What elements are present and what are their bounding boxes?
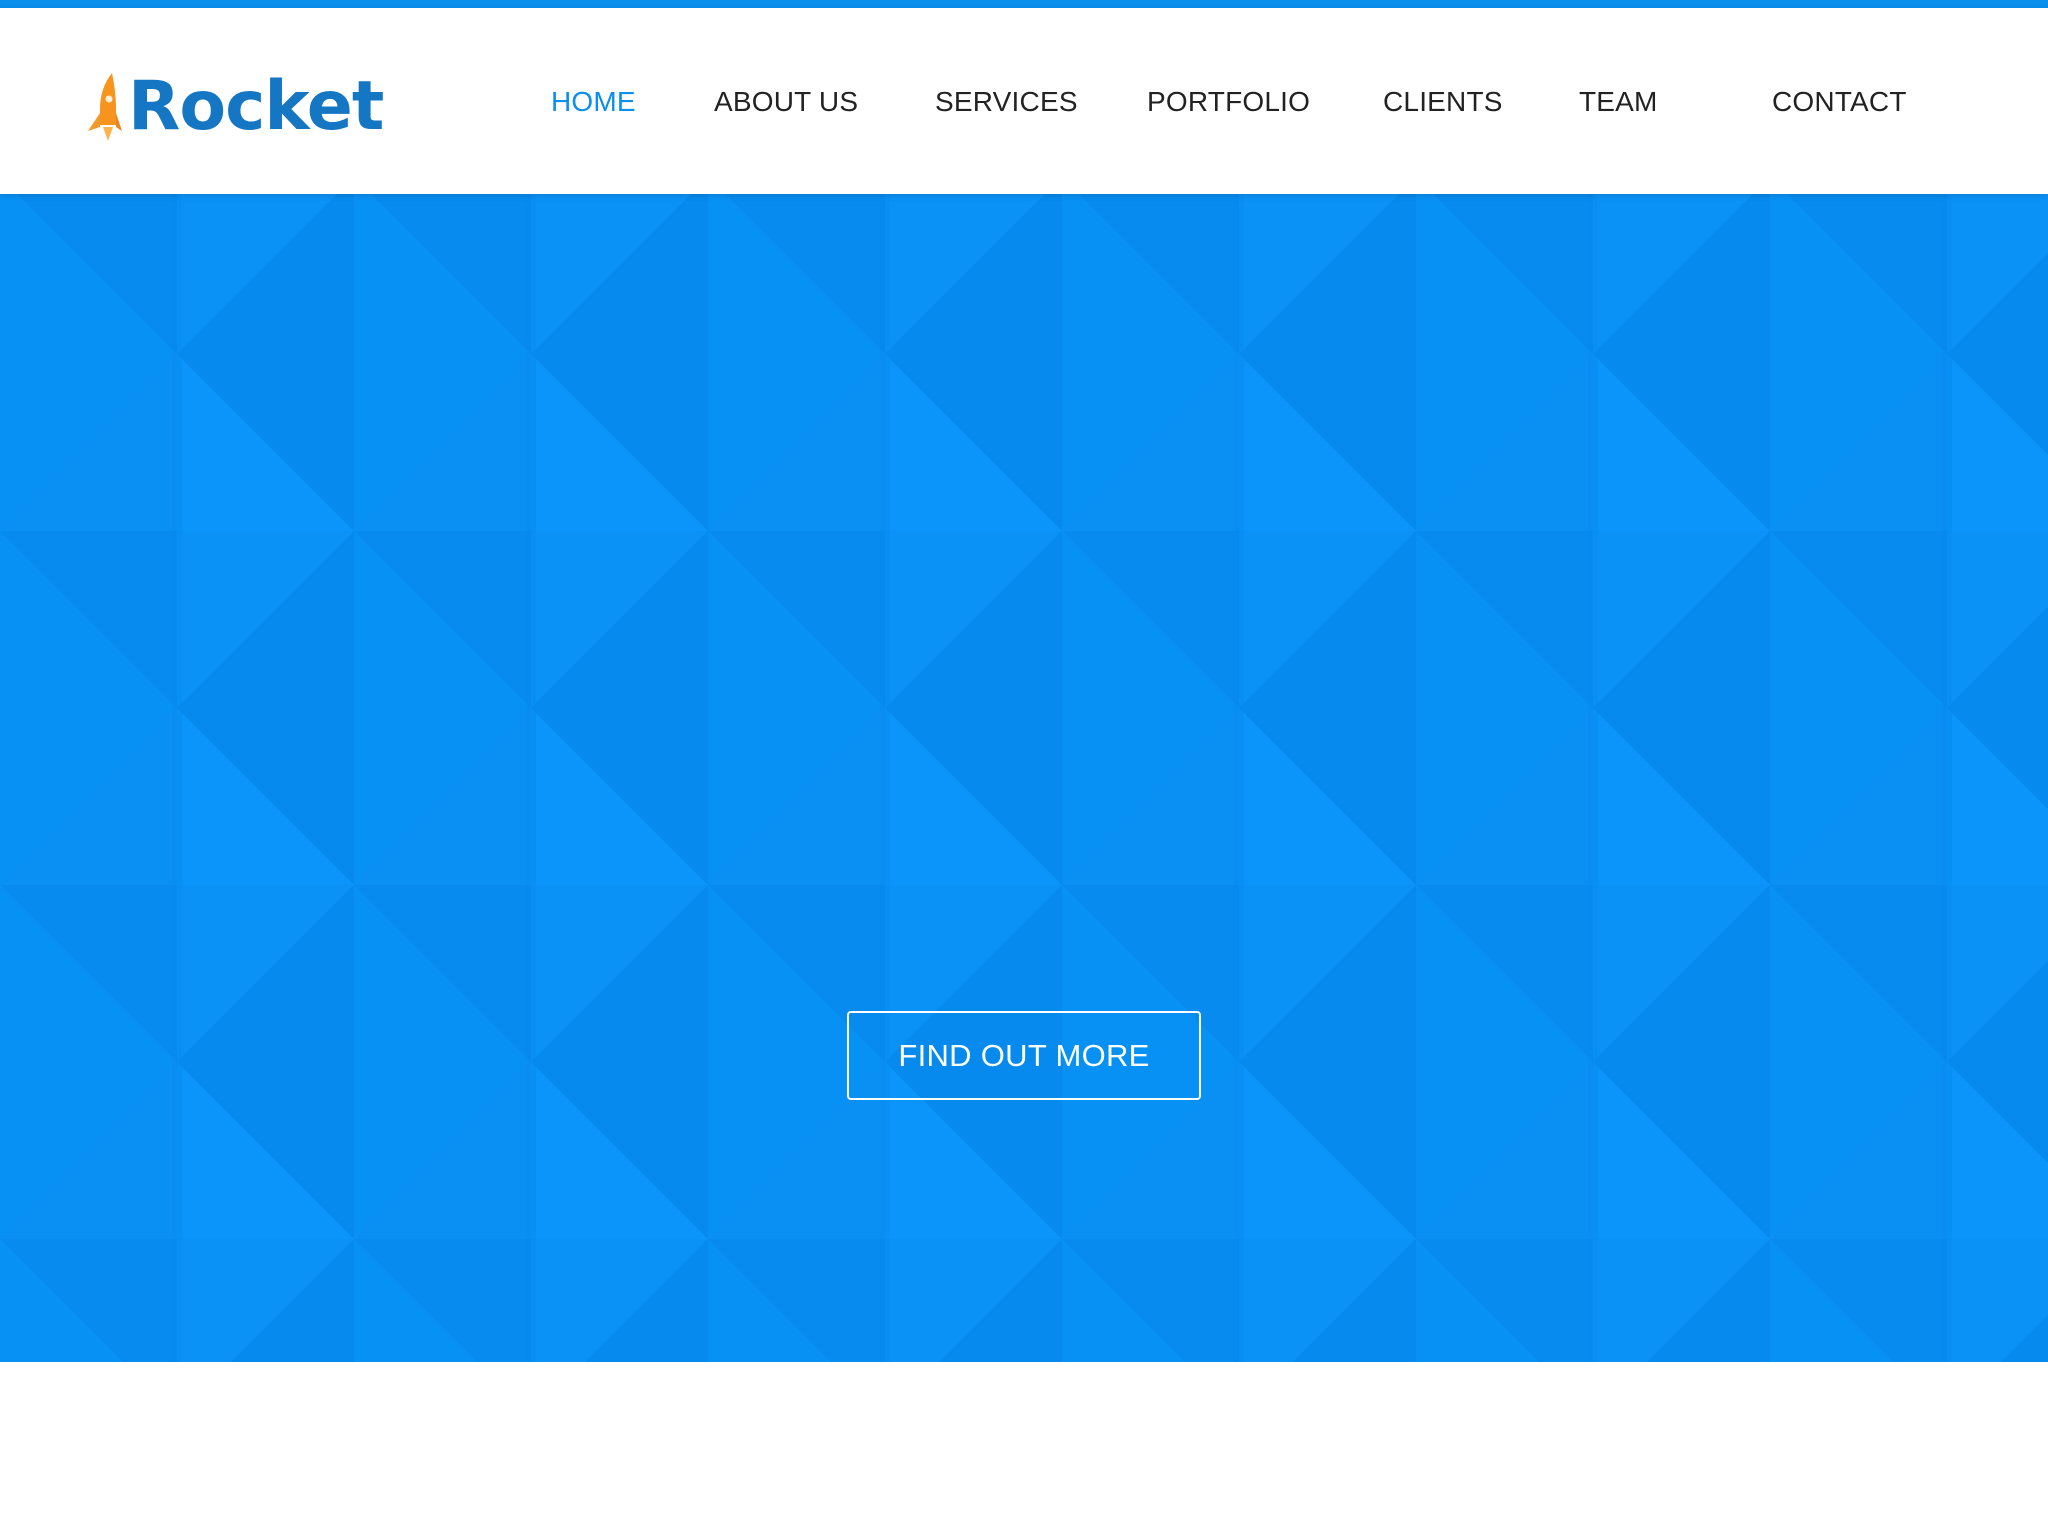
nav-item-contact[interactable]: CONTACT	[1772, 86, 1907, 118]
top-accent-bar	[0, 0, 2048, 8]
find-out-more-button[interactable]: FIND OUT MORE	[847, 1011, 1201, 1100]
hero-background-pattern	[0, 194, 2048, 1362]
below-hero-section	[0, 1362, 2048, 1536]
nav-item-team[interactable]: TEAM	[1579, 86, 1658, 118]
site-header: Rocket HOME ABOUT US SERVICES PORTFOLIO …	[0, 8, 2048, 194]
nav-item-clients[interactable]: CLIENTS	[1383, 86, 1503, 118]
nav-item-services[interactable]: SERVICES	[935, 86, 1078, 118]
nav-item-home[interactable]: HOME	[551, 86, 636, 118]
main-nav: HOME ABOUT US SERVICES PORTFOLIO CLIENTS…	[0, 86, 2048, 126]
nav-item-about-us[interactable]: ABOUT US	[714, 86, 858, 118]
hero-section: FIND OUT MORE	[0, 194, 2048, 1362]
nav-item-portfolio[interactable]: PORTFOLIO	[1147, 86, 1310, 118]
